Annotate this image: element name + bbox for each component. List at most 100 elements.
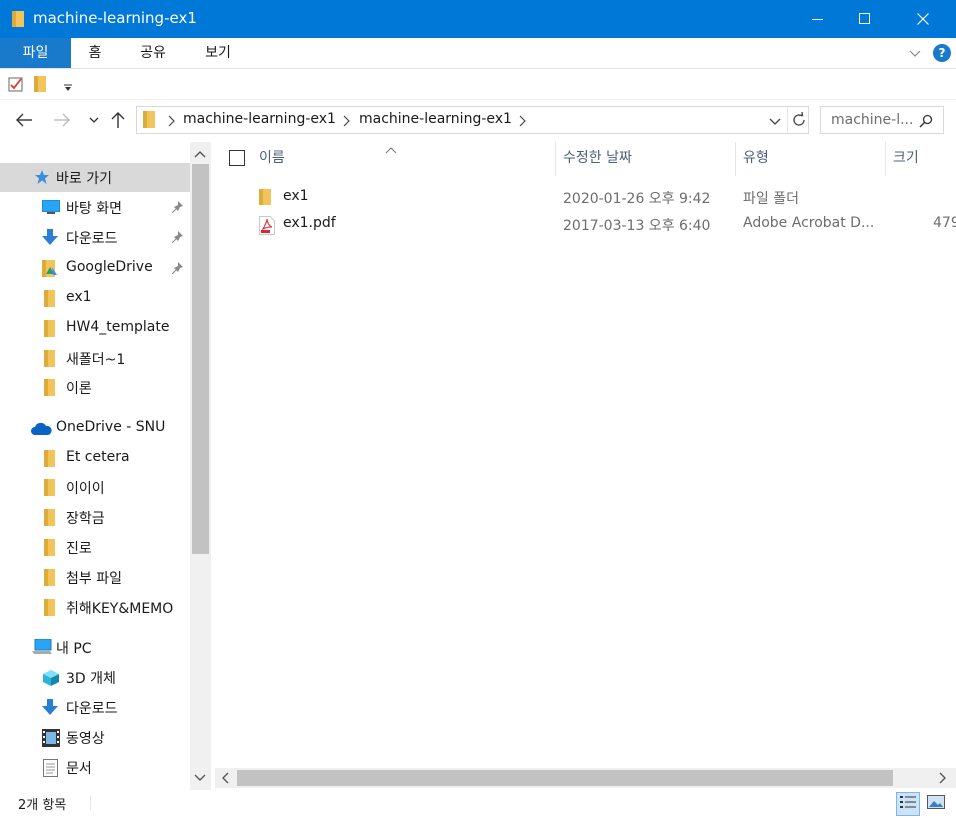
nav-item-hw4-template[interactable]: HW4_template: [0, 314, 190, 343]
sort-ascending-icon: [385, 142, 397, 158]
scroll-up-arrow-icon[interactable]: [194, 146, 206, 162]
column-header-name[interactable]: 이름: [259, 146, 285, 176]
status-divider: [90, 796, 91, 810]
nav-item-downloads-pc[interactable]: 다운로드: [0, 693, 190, 722]
nav-item-label: Et cetera: [66, 449, 130, 465]
column-divider[interactable]: [555, 142, 556, 176]
nav-item-new-folder[interactable]: 새폴더~1: [0, 344, 190, 373]
column-header-type[interactable]: 유형: [743, 146, 769, 176]
download-icon: [42, 229, 58, 249]
file-name: ex1: [283, 188, 309, 204]
select-all-checkbox[interactable]: [229, 150, 245, 166]
forward-button[interactable]: [50, 108, 74, 132]
scroll-down-arrow-icon[interactable]: [194, 770, 206, 786]
folder-icon: [44, 539, 56, 560]
nav-item-key-memo[interactable]: 취해KEY&MEMO: [0, 593, 190, 622]
nav-item-desktop[interactable]: 바탕 화면: [0, 193, 190, 222]
back-button[interactable]: [12, 108, 36, 132]
item-count: 2개 항목: [18, 798, 67, 813]
tab-share[interactable]: 공유: [130, 38, 176, 68]
folder-icon: [44, 509, 56, 530]
nav-item-documents[interactable]: 문서: [0, 753, 190, 782]
folder-icon: [44, 350, 56, 371]
breadcrumb-item[interactable]: machine-learning-ex1: [359, 111, 512, 127]
folder-icon: [44, 450, 56, 471]
pin-icon[interactable]: [171, 231, 184, 247]
navigation-scrollbar[interactable]: [190, 142, 211, 790]
breadcrumb-separator-icon[interactable]: [342, 115, 350, 131]
folder-icon: [44, 569, 56, 590]
nav-item-ex1[interactable]: ex1: [0, 284, 190, 313]
ribbon-tabs: 파일 홈 공유 보기 ?: [0, 38, 956, 69]
horizontal-scrollbar[interactable]: [215, 768, 956, 788]
up-button[interactable]: [106, 108, 130, 132]
tab-view[interactable]: 보기: [195, 38, 241, 68]
scroll-right-arrow-icon[interactable]: [939, 772, 947, 788]
search-input[interactable]: machine-l...: [820, 106, 944, 134]
minimize-button[interactable]: [795, 0, 841, 38]
download-icon: [42, 699, 58, 719]
nav-item-theory[interactable]: 이론: [0, 373, 190, 402]
address-history-chevron-icon[interactable]: [769, 115, 781, 131]
nav-item-career[interactable]: 진로: [0, 533, 190, 562]
nav-item-this-pc[interactable]: 내 PC: [0, 633, 190, 662]
nav-item-label: GoogleDrive: [66, 259, 153, 275]
nav-item-iii[interactable]: 이이이: [0, 473, 190, 502]
file-name: ex1.pdf: [283, 215, 336, 231]
nav-item-quick-access[interactable]: 바로 가기: [0, 163, 190, 192]
pin-icon[interactable]: [171, 201, 184, 217]
new-folder-icon[interactable]: [34, 76, 48, 96]
pin-icon[interactable]: [171, 262, 184, 278]
quick-access-toolbar: [0, 70, 956, 100]
nav-item-videos[interactable]: 동영상: [0, 723, 190, 752]
file-list: 이름 수정한 날짜 유형 크기 ex1 2020-01-26 오후 9:42 파…: [215, 142, 956, 768]
scroll-left-arrow-icon[interactable]: [221, 772, 229, 788]
recent-locations-button[interactable]: [82, 108, 106, 132]
nav-item-label: 3D 개체: [66, 671, 116, 687]
file-row[interactable]: ex1.pdf 2017-03-13 오후 6:40 Adobe Acrobat…: [215, 211, 956, 237]
help-icon[interactable]: ?: [933, 44, 951, 62]
nav-item-label: 이이이: [66, 481, 105, 497]
search-icon[interactable]: [919, 114, 933, 132]
nav-item-label: 동영상: [66, 731, 105, 747]
pdf-file-icon: [259, 216, 275, 239]
nav-item-downloads[interactable]: 다운로드: [0, 223, 190, 252]
column-divider[interactable]: [885, 142, 886, 176]
search-placeholder: machine-l...: [831, 112, 914, 128]
refresh-button[interactable]: [787, 107, 809, 133]
star-icon: [34, 169, 50, 189]
scrollbar-thumb[interactable]: [192, 164, 209, 554]
folder-icon: [44, 479, 56, 500]
video-icon: [42, 729, 60, 751]
nav-item-onedrive[interactable]: OneDrive - SNU: [0, 414, 190, 443]
breadcrumb-item[interactable]: machine-learning-ex1: [183, 111, 336, 127]
close-button[interactable]: [900, 0, 946, 38]
details-view-button[interactable]: [896, 792, 920, 816]
nav-item-attachments[interactable]: 첨부 파일: [0, 563, 190, 592]
maximize-button[interactable]: [842, 0, 888, 38]
nav-item-scholarship[interactable]: 장학금: [0, 503, 190, 532]
file-size: 479: [933, 215, 956, 231]
column-header-modified[interactable]: 수정한 날짜: [563, 146, 632, 176]
nav-item-3d-objects[interactable]: 3D 개체: [0, 663, 190, 692]
expand-ribbon-chevron-icon[interactable]: [908, 46, 922, 60]
properties-checkbox-icon[interactable]: [8, 76, 24, 96]
nav-item-et-cetera[interactable]: Et cetera: [0, 444, 190, 473]
folder-icon: [44, 320, 56, 341]
pc-icon: [32, 638, 52, 659]
column-header-size[interactable]: 크기: [893, 146, 919, 176]
breadcrumb-separator-icon[interactable]: [518, 115, 526, 131]
file-modified: 2017-03-13 오후 6:40: [563, 218, 711, 234]
customize-dropdown-icon[interactable]: [64, 80, 72, 96]
file-row[interactable]: ex1 2020-01-26 오후 9:42 파일 폴더: [215, 184, 956, 210]
tab-file[interactable]: 파일: [0, 38, 71, 68]
address-bar[interactable]: machine-learning-ex1 machine-learning-ex…: [136, 106, 809, 134]
scrollbar-thumb[interactable]: [237, 770, 893, 786]
column-divider[interactable]: [735, 142, 736, 176]
folder-icon: [259, 189, 273, 210]
3d-objects-icon: [42, 669, 60, 691]
nav-item-googledrive[interactable]: GoogleDrive: [0, 254, 190, 283]
large-icons-view-button[interactable]: [924, 792, 948, 816]
breadcrumb-separator-icon[interactable]: [167, 115, 175, 131]
tab-home[interactable]: 홈: [78, 38, 112, 68]
